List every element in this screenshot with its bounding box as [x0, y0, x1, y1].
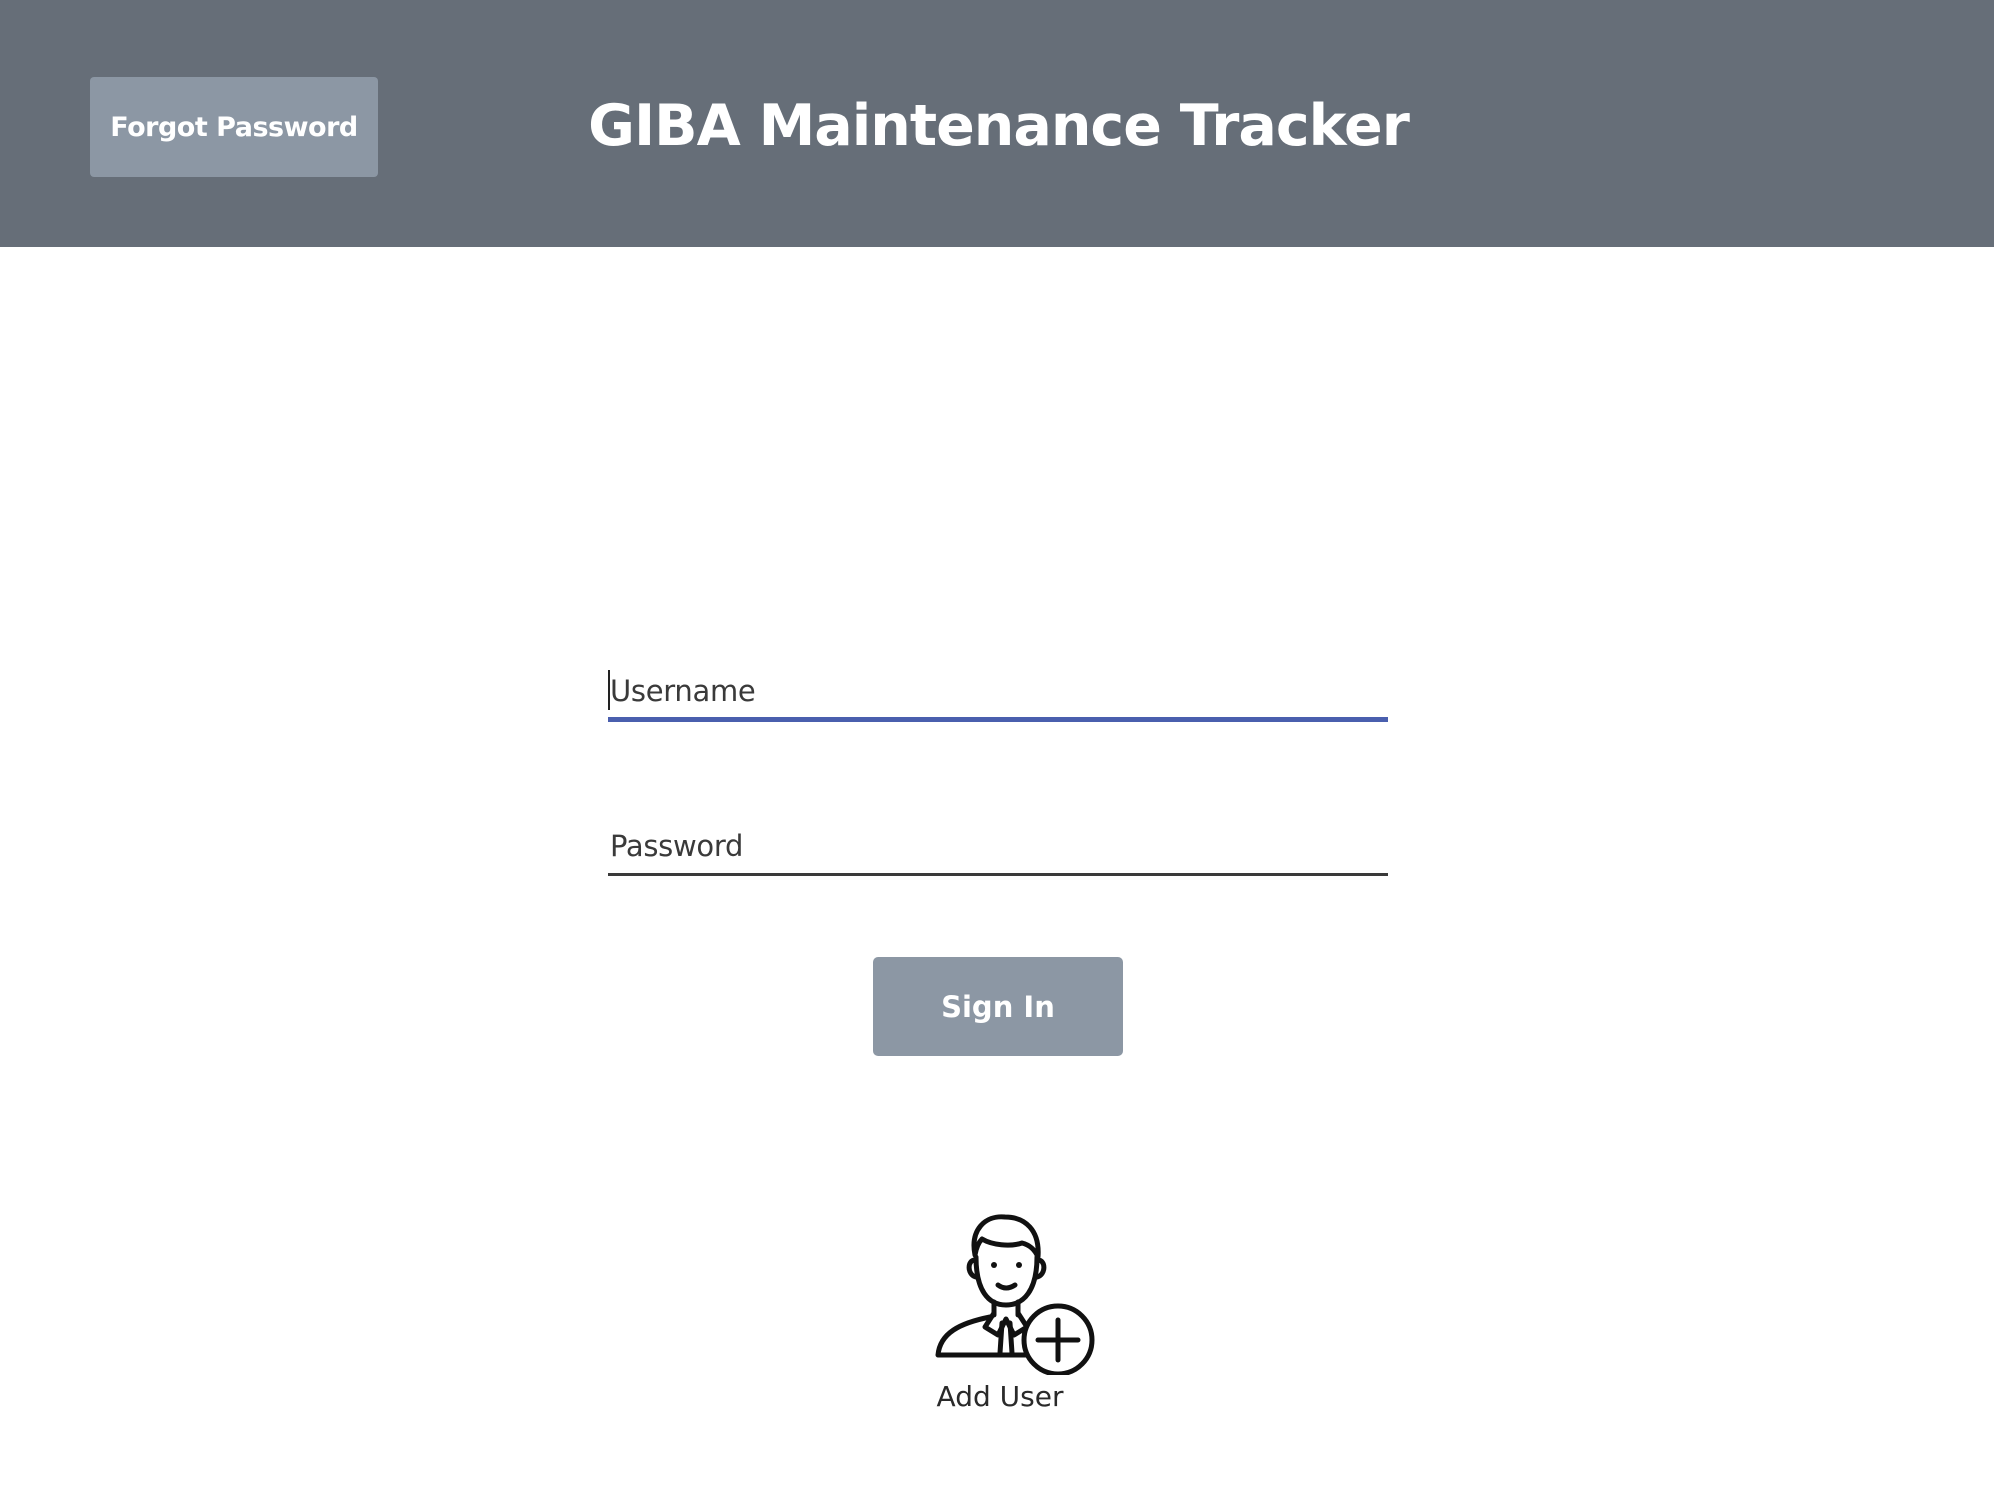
username-field[interactable]: Username: [608, 664, 1388, 722]
sign-in-button[interactable]: Sign In: [873, 957, 1123, 1056]
forgot-password-button[interactable]: Forgot Password: [90, 77, 378, 177]
password-field[interactable]: Password: [608, 818, 1388, 876]
header-bar: Forgot Password GIBA Maintenance Tracker: [0, 0, 1994, 247]
username-placeholder: Username: [610, 673, 756, 708]
password-placeholder: Password: [610, 828, 744, 863]
text-caret: [608, 670, 610, 710]
add-user-label: Add User: [936, 1380, 1064, 1413]
add-user-icon: [935, 1214, 1095, 1375]
add-user-button[interactable]: Add User: [920, 1205, 1095, 1425]
app-title: GIBA Maintenance Tracker: [588, 93, 1410, 159]
